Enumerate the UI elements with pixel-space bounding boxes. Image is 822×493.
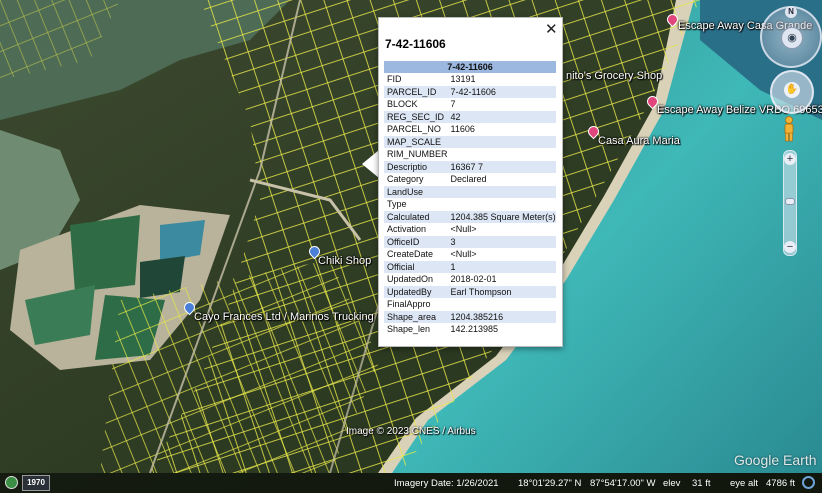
place-label[interactable]: nito's Grocery Shop (566, 70, 662, 82)
eye-altitude-value: 4786 ft (766, 478, 796, 489)
latitude-readout: 18°01'29.27" N (518, 478, 582, 489)
attribute-row: CreateDate <Null> (384, 248, 556, 261)
attribute-value: 11606 (450, 124, 475, 135)
google-earth-logo: Google Earth (734, 452, 817, 468)
zoom-in-button[interactable]: + (784, 153, 796, 165)
attribute-value: <Null> (450, 249, 477, 260)
popup-title: 7-42-11606 (385, 37, 446, 51)
elevation-value: 31 ft (692, 478, 711, 489)
attribute-row: Descriptio 16367 7 (384, 160, 556, 173)
attribute-key: Activation (387, 224, 427, 235)
attribute-value: Earl Thompson (447, 285, 556, 298)
attribute-row: OfficeID 3 (384, 235, 556, 248)
attribute-row: Activation <Null> (384, 223, 556, 236)
attribute-row: PARCEL_NO 11606 (384, 123, 556, 136)
place-label[interactable]: Cayo Frances Ltd / Marinos Trucking (194, 311, 374, 323)
imagery-copyright: Image © 2023 CNES / Airbus (346, 426, 476, 437)
attribute-key: UpdatedOn (387, 274, 434, 285)
attribute-value: 142.213985 (450, 324, 499, 335)
attribute-key: FinalAppro (387, 299, 431, 310)
attribute-row: Shape_area 1204.385216 (384, 310, 556, 323)
attribute-row: UpdatedBy Earl Thompson (384, 285, 556, 298)
status-bar: 1970 Imagery Date: 1/26/2021 18°01'29.27… (0, 473, 822, 493)
historical-year-box[interactable]: 1970 (22, 475, 50, 491)
longitude-readout: 87°54'17.00" W (590, 478, 656, 489)
attribute-key: Descriptio (384, 160, 448, 173)
attribute-value: Declared (450, 174, 487, 185)
look-joystick-icon[interactable]: ✋ (784, 82, 800, 98)
zoom-slider-thumb[interactable] (785, 198, 795, 205)
pegman-icon[interactable] (782, 116, 796, 142)
attribute-row: REG_SEC_ID 42 (384, 110, 556, 123)
attribute-value: 3 (447, 235, 556, 248)
zoom-slider[interactable]: + − (783, 150, 797, 256)
place-label[interactable]: Chiki Shop (318, 255, 371, 267)
compass-control[interactable]: N ◉ (760, 6, 822, 68)
attribute-value (448, 148, 556, 161)
attribute-value (448, 198, 556, 211)
zoom-out-button[interactable]: − (784, 241, 796, 253)
imagery-date: Imagery Date: 1/26/2021 (394, 478, 499, 489)
historical-imagery-icon[interactable] (5, 476, 18, 489)
attribute-key: PARCEL_ID (384, 85, 448, 98)
attribute-value (448, 298, 556, 311)
attribute-key: CreateDate (387, 249, 434, 260)
attribute-value: 1204.385216 (447, 310, 556, 323)
attribute-key: Official (384, 260, 448, 273)
attribute-key: Type (387, 199, 407, 210)
look-joystick[interactable]: ✋ (770, 70, 814, 114)
attribute-key: PARCEL_NO (387, 124, 441, 135)
attribute-key: UpdatedBy (384, 285, 448, 298)
attribute-value (447, 135, 556, 148)
attribute-row: Category Declared (384, 173, 556, 186)
attribute-value: 13191 (450, 74, 476, 85)
attribute-row: FinalAppro (384, 298, 556, 311)
attribute-value: 1 (447, 260, 556, 273)
popup-pointer (362, 150, 379, 178)
attribute-value: <Null> (450, 224, 477, 235)
attribute-key: MAP_SCALE (384, 135, 448, 148)
compass-icon[interactable]: ◉ (781, 27, 803, 49)
attribute-value: 7 (450, 99, 456, 110)
attribute-key: FID (387, 74, 402, 85)
streaming-status-icon (802, 476, 815, 489)
attribute-key: OfficeID (384, 235, 448, 248)
attribute-key: Calculated (384, 210, 448, 223)
eye-altitude-label: eye alt (730, 478, 758, 489)
elevation-label: elev (663, 478, 681, 489)
attribute-key: REG_SEC_ID (384, 110, 448, 123)
attribute-value: 16367 7 (447, 160, 556, 173)
attribute-key: Category (387, 174, 424, 185)
attribute-key: BLOCK (387, 99, 418, 110)
attribute-row: MAP_SCALE (384, 135, 556, 148)
attribute-row: LandUse (384, 185, 556, 198)
attribute-key: Shape_len (387, 324, 431, 335)
table-header: 7-42-11606 (384, 61, 556, 73)
attribute-value: 2018-02-01 (450, 274, 497, 285)
attribute-row: Shape_len 142.213985 (384, 323, 556, 336)
attribute-key: Shape_area (384, 310, 448, 323)
place-label[interactable]: Casa Aura Maria (598, 135, 680, 147)
attribute-value (447, 185, 556, 198)
attribute-row: Calculated 1204.385 Square Meter(s) (384, 210, 556, 223)
attribute-value: 7-42-11606 (447, 85, 556, 98)
attribute-row: Official 1 (384, 260, 556, 273)
attribute-row: PARCEL_ID 7-42-11606 (384, 85, 556, 98)
attribute-value: 1204.385 Square Meter(s) (447, 210, 556, 223)
parcel-info-popup: 7-42-11606 ✕ 7-42-11606 FID 13191 PARCEL_I… (378, 17, 563, 347)
close-icon[interactable]: ✕ (545, 20, 558, 38)
attribute-row: Type (384, 198, 556, 211)
attribute-row: UpdatedOn 2018-02-01 (384, 273, 556, 286)
attribute-key: RIM_NUMBER (387, 149, 448, 160)
attribute-row: BLOCK 7 (384, 98, 556, 111)
attribute-row: FID 13191 (384, 73, 556, 86)
attribute-row: RIM_NUMBER (384, 148, 556, 161)
attribute-table: 7-42-11606 FID 13191 PARCEL_ID 7-42-11606 BL… (384, 61, 556, 336)
compass-north-indicator[interactable]: N (785, 6, 797, 18)
attribute-value: 42 (447, 110, 556, 123)
attribute-key: LandUse (384, 185, 448, 198)
